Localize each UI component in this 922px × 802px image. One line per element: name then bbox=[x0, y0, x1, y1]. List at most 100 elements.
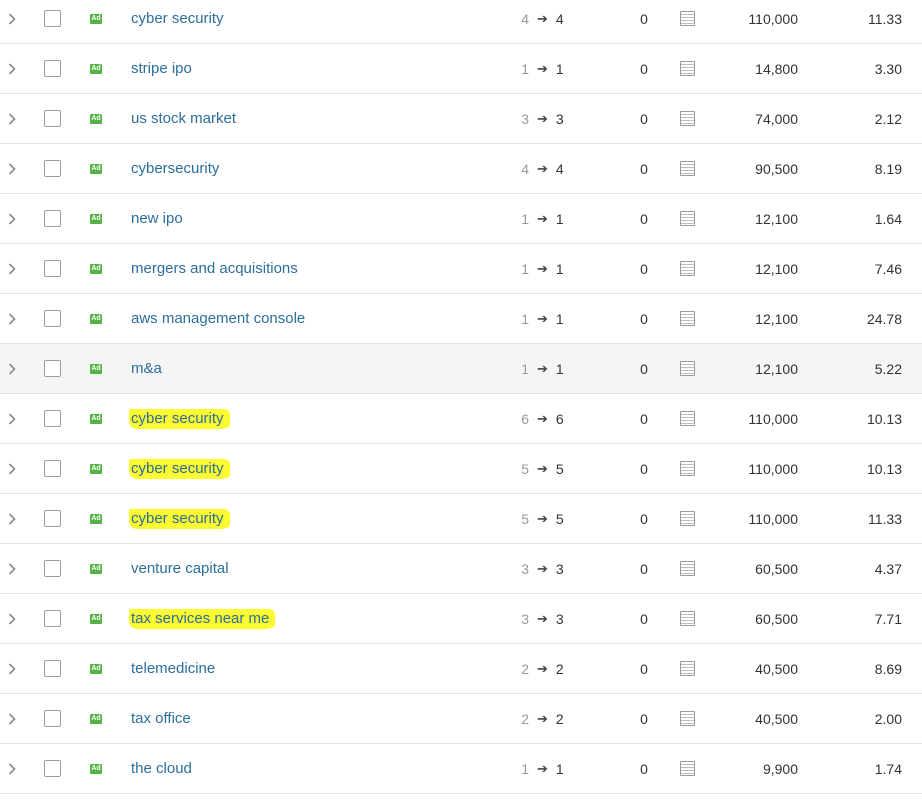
table-row[interactable]: Ad cyber security 6 ➔ 6 0 110,000 10.13 bbox=[0, 394, 922, 444]
chevron-right-icon[interactable] bbox=[4, 44, 20, 93]
row-checkbox[interactable] bbox=[44, 344, 61, 393]
serp-snapshot-icon[interactable] bbox=[680, 694, 698, 743]
row-checkbox[interactable] bbox=[44, 294, 61, 343]
serp-snapshot-icon[interactable] bbox=[680, 344, 698, 393]
keyword-link[interactable]: cyber security bbox=[129, 394, 226, 443]
table-row[interactable]: Ad new ipo 1 ➔ 1 0 12,100 1.64 bbox=[0, 194, 922, 244]
keyword-link[interactable]: cyber security bbox=[129, 444, 226, 493]
keyword-link[interactable]: cyber security bbox=[129, 494, 226, 543]
chevron-right-icon[interactable] bbox=[4, 0, 20, 43]
keyword-link[interactable]: cyber security bbox=[131, 0, 226, 43]
table-row[interactable]: Ad cyber security 5 ➔ 5 0 110,000 11.33 bbox=[0, 494, 922, 544]
keyword-link[interactable]: stripe ipo bbox=[131, 44, 194, 93]
serp-snapshot-icon[interactable] bbox=[680, 144, 698, 193]
serp-snapshot-icon[interactable] bbox=[680, 194, 698, 243]
serp-snapshot-icon[interactable] bbox=[680, 294, 698, 343]
keyword-link[interactable]: aws management console bbox=[131, 294, 307, 343]
chevron-right-icon[interactable] bbox=[4, 494, 20, 543]
keyword-link[interactable]: telemedicine bbox=[131, 644, 217, 693]
serp-snapshot-icon[interactable] bbox=[680, 394, 698, 443]
row-checkbox[interactable] bbox=[44, 544, 61, 593]
table-row[interactable]: Ad m&a 1 ➔ 1 0 12,100 5.22 bbox=[0, 344, 922, 394]
row-checkbox[interactable] bbox=[44, 94, 61, 143]
table-row[interactable]: Ad cyber security 5 ➔ 5 0 110,000 10.13 bbox=[0, 444, 922, 494]
row-checkbox[interactable] bbox=[44, 244, 61, 293]
keyword-link[interactable]: us stock market bbox=[131, 94, 238, 143]
position-previous: 6 bbox=[521, 410, 529, 427]
row-checkbox[interactable] bbox=[44, 394, 61, 443]
position-difference: 0 bbox=[640, 610, 648, 627]
chevron-right-icon[interactable] bbox=[4, 594, 20, 643]
position-difference: 0 bbox=[640, 710, 648, 727]
chevron-right-icon[interactable] bbox=[4, 694, 20, 743]
search-volume: 110,000 bbox=[748, 460, 798, 477]
chevron-right-icon[interactable] bbox=[4, 744, 20, 793]
keyword-cpc: 10.13 bbox=[866, 410, 902, 427]
chevron-right-icon[interactable] bbox=[4, 344, 20, 393]
chevron-right-icon[interactable] bbox=[4, 394, 20, 443]
serp-snapshot-icon[interactable] bbox=[680, 594, 698, 643]
table-row[interactable]: Ad mergers and acquisitions 1 ➔ 1 0 12,100… bbox=[0, 244, 922, 294]
chevron-right-icon[interactable] bbox=[4, 144, 20, 193]
row-checkbox[interactable] bbox=[44, 744, 61, 793]
table-row[interactable]: Ad tax services near me 3 ➔ 3 0 60,500 7.7… bbox=[0, 594, 922, 644]
row-checkbox[interactable] bbox=[44, 44, 61, 93]
row-checkbox[interactable] bbox=[44, 444, 61, 493]
keyword-link[interactable]: the cloud bbox=[131, 744, 194, 793]
table-row[interactable]: Ad us stock market 3 ➔ 3 0 74,000 2.12 bbox=[0, 94, 922, 144]
keyword-link[interactable]: m&a bbox=[131, 344, 164, 393]
serp-snapshot-icon[interactable] bbox=[680, 94, 698, 143]
table-row[interactable]: Ad telemedicine 2 ➔ 2 0 40,500 8.69 bbox=[0, 644, 922, 694]
serp-snapshot-icon[interactable] bbox=[680, 644, 698, 693]
table-row[interactable]: Ad aws management console 1 ➔ 1 0 12,100 2… bbox=[0, 294, 922, 344]
keyword-link[interactable]: mergers and acquisitions bbox=[131, 244, 300, 293]
keyword-cpc: 11.33 bbox=[868, 510, 902, 527]
keyword-link[interactable]: tax services near me bbox=[129, 594, 272, 643]
checkbox-icon bbox=[44, 110, 61, 127]
ad-badge-label: Ad bbox=[90, 713, 102, 724]
serp-snapshot-icon[interactable] bbox=[680, 744, 698, 793]
row-checkbox[interactable] bbox=[44, 0, 61, 43]
row-checkbox[interactable] bbox=[44, 694, 61, 743]
chevron-right-icon[interactable] bbox=[4, 194, 20, 243]
checkbox-icon bbox=[44, 510, 61, 527]
position-previous: 5 bbox=[521, 510, 529, 527]
keyword-link[interactable]: cybersecurity bbox=[131, 144, 221, 193]
ad-badge-icon: Ad bbox=[90, 744, 104, 793]
table-row[interactable]: Ad tax office 2 ➔ 2 0 40,500 2.00 bbox=[0, 694, 922, 744]
keyword-link[interactable]: tax office bbox=[131, 694, 193, 743]
serp-snapshot-icon[interactable] bbox=[680, 244, 698, 293]
serp-snapshot-icon[interactable] bbox=[680, 0, 698, 43]
table-row[interactable]: Ad cybersecurity 4 ➔ 4 0 90,500 8.19 bbox=[0, 144, 922, 194]
position-current: 3 bbox=[555, 610, 564, 627]
row-checkbox[interactable] bbox=[44, 144, 61, 193]
chevron-right-icon[interactable] bbox=[4, 544, 20, 593]
position-difference: 0 bbox=[640, 60, 648, 77]
chevron-right-icon[interactable] bbox=[4, 244, 20, 293]
table-row[interactable]: Ad cyber security 4 ➔ 4 0 110,000 11.33 bbox=[0, 0, 922, 44]
keyword-link[interactable]: new ipo bbox=[131, 194, 185, 243]
chevron-right-icon[interactable] bbox=[4, 644, 20, 693]
chevron-right-icon[interactable] bbox=[4, 444, 20, 493]
position-previous: 2 bbox=[521, 660, 529, 677]
keyword-link[interactable]: venture capital bbox=[131, 544, 231, 593]
table-row[interactable]: Ad venture capital 3 ➔ 3 0 60,500 4.37 bbox=[0, 544, 922, 594]
serp-snapshot-icon[interactable] bbox=[680, 444, 698, 493]
keyword-cpc: 4.37 bbox=[874, 560, 902, 577]
table-row[interactable]: Ad the cloud 1 ➔ 1 0 9,900 1.74 bbox=[0, 744, 922, 794]
checkbox-icon bbox=[44, 160, 61, 177]
ad-badge-label: Ad bbox=[90, 13, 102, 24]
keyword-cpc: 24.78 bbox=[866, 310, 902, 327]
serp-snapshot-icon[interactable] bbox=[680, 494, 698, 543]
keyword-cpc: 1.74 bbox=[874, 760, 902, 777]
row-checkbox[interactable] bbox=[44, 494, 61, 543]
row-checkbox[interactable] bbox=[44, 644, 61, 693]
chevron-right-icon[interactable] bbox=[4, 94, 20, 143]
serp-snapshot-icon[interactable] bbox=[680, 44, 698, 93]
row-checkbox[interactable] bbox=[44, 594, 61, 643]
row-checkbox[interactable] bbox=[44, 194, 61, 243]
table-row[interactable]: Ad stripe ipo 1 ➔ 1 0 14,800 3.30 bbox=[0, 44, 922, 94]
position-difference: 0 bbox=[640, 310, 648, 327]
chevron-right-icon[interactable] bbox=[4, 294, 20, 343]
serp-snapshot-icon[interactable] bbox=[680, 544, 698, 593]
